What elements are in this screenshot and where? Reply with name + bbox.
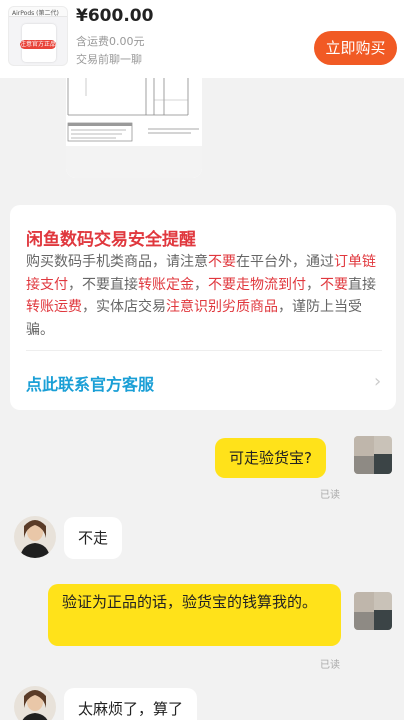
avatar-image — [354, 436, 392, 474]
avatar-image — [14, 686, 56, 720]
negotiate-hint: 交易前聊一聊 — [76, 53, 142, 66]
product-price: ¥600.00 — [76, 6, 154, 26]
my-avatar[interactable] — [354, 592, 392, 630]
document-preview-image — [66, 78, 202, 178]
message-text: 不走 — [78, 529, 109, 547]
avatar-image — [354, 592, 392, 630]
notice-body-part: ，实体店交易 — [82, 299, 166, 315]
message-bubble-contact[interactable]: 太麻烦了，算了 — [64, 688, 198, 720]
product-header: AirPods (第二代) 注意官方正品 ¥600.00 含运费0.00元 交易… — [0, 0, 404, 78]
notice-body-part: 不要 — [208, 254, 236, 270]
notice-body-part: 在平台外，通过 — [236, 254, 334, 270]
notice-body: 购买数码手机类商品，请注意不要在平台外，通过订单链接支付，不要直接转账定金，不要… — [26, 251, 384, 341]
avatar-image — [14, 516, 56, 558]
notice-body-part: 不要走物流到付 — [208, 276, 306, 293]
my-avatar[interactable] — [354, 436, 392, 474]
shipping-fee: 含运费0.00元 — [76, 35, 145, 48]
safety-notice-card: 闲鱼数码交易安全提醒 购买数码手机类商品，请注意不要在平台外，通过订单链接支付，… — [10, 205, 396, 410]
notice-body-part: 直接 — [348, 276, 376, 293]
notice-body-part: 转账运费 — [26, 299, 82, 315]
thumbnail-status-bar: AirPods (第二代) — [9, 7, 67, 17]
read-receipt: 已读 — [320, 490, 340, 501]
message-text: 可走验货宝? — [229, 449, 312, 467]
contact-avatar[interactable] — [14, 516, 56, 558]
shared-image-card[interactable] — [66, 78, 202, 178]
notice-body-part: 转账定金 — [138, 276, 194, 293]
notice-body-part: ， — [306, 276, 320, 293]
notice-divider — [26, 350, 382, 351]
read-receipt: 已读 — [320, 660, 340, 671]
notice-body-part: ，不要直接 — [68, 276, 138, 293]
contact-support-link[interactable]: 点此联系官方客服 — [26, 371, 154, 395]
message-bubble-mine[interactable]: 验证为正品的话，验货宝的钱算我的。 — [48, 584, 341, 646]
notice-body-part: 不要 — [320, 276, 348, 293]
message-bubble-mine[interactable]: 可走验货宝? — [215, 438, 326, 478]
contact-avatar[interactable] — [14, 686, 56, 720]
product-thumbnail[interactable]: AirPods (第二代) 注意官方正品 — [8, 6, 68, 66]
notice-body-part: 注意识别劣质商品 — [166, 299, 278, 315]
message-text: 太麻烦了，算了 — [78, 700, 184, 718]
notice-body-part: ， — [194, 276, 208, 293]
thumbnail-topbar-text: AirPods (第二代) — [12, 10, 59, 17]
buy-now-button[interactable]: 立即购买 — [314, 31, 397, 65]
message-bubble-contact[interactable]: 不走 — [64, 517, 123, 559]
message-text: 验证为正品的话，验货宝的钱算我的。 — [62, 593, 318, 611]
notice-body-part: 购买数码手机类商品，请注意 — [26, 254, 208, 270]
thumbnail-tag: 注意官方正品 — [20, 40, 56, 49]
notice-title: 闲鱼数码交易安全提醒 — [26, 230, 196, 250]
chevron-right-icon[interactable]: › — [374, 371, 381, 392]
